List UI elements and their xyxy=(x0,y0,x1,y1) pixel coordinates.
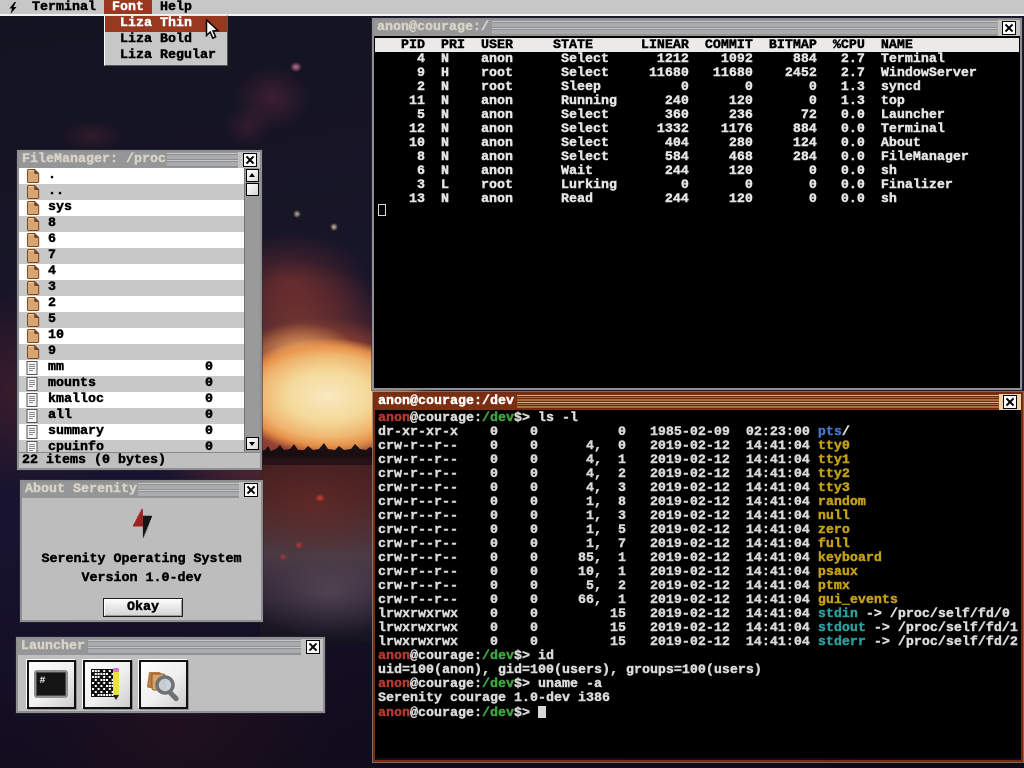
svg-text:#: # xyxy=(40,676,46,687)
